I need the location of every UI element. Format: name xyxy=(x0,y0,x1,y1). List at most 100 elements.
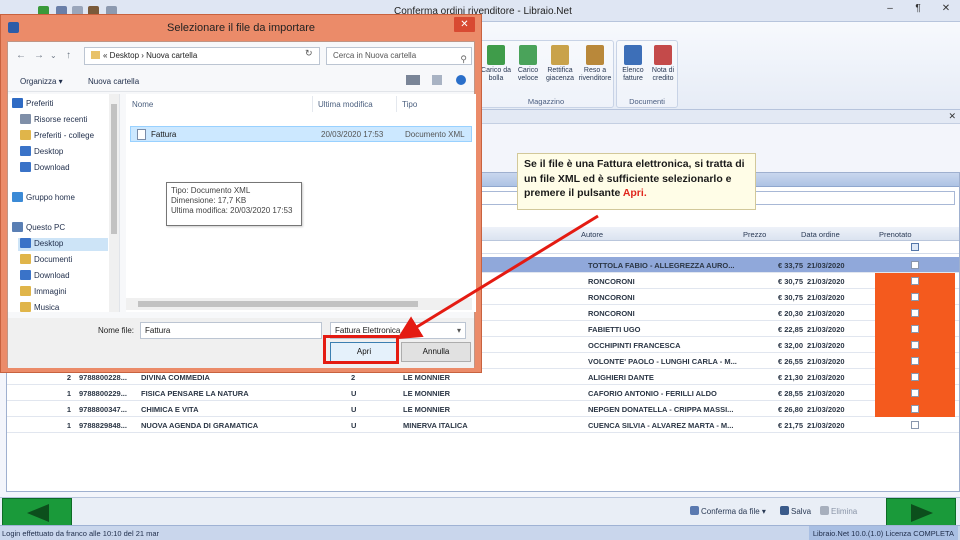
scroll-thumb[interactable] xyxy=(138,301,418,307)
reserved-checkbox[interactable] xyxy=(911,325,919,333)
nav-scrollbar[interactable] xyxy=(109,94,119,312)
nav-item[interactable]: Immagini xyxy=(20,286,66,299)
nav-item[interactable]: Questo PC xyxy=(12,222,65,235)
ribbon-button-carico-bolla[interactable]: Carico da bolla xyxy=(481,45,511,89)
next-button[interactable] xyxy=(886,498,956,526)
cancel-button[interactable]: Annulla xyxy=(401,342,471,362)
forward-icon[interactable]: → xyxy=(34,50,44,61)
ribbon-button-nota-credito[interactable]: Nota di credito xyxy=(648,45,678,89)
ribbon-button-reso[interactable]: Reso a rivenditore xyxy=(577,45,613,89)
nav-item-label: Questo PC xyxy=(26,223,66,232)
folder-icon xyxy=(91,51,100,59)
filename-input[interactable]: Fattura xyxy=(140,322,322,339)
search-input[interactable]: Cerca in Nuova cartella ⚲ xyxy=(326,47,472,65)
up-icon[interactable]: ↑ xyxy=(66,50,71,61)
table-row[interactable]: 1 9788829848... NUOVA AGENDA DI GRAMATICA U… xyxy=(7,417,959,433)
nav-item[interactable]: Preferiti xyxy=(12,98,54,111)
refresh-icon[interactable]: ↻ xyxy=(305,48,313,59)
reserved-checkbox[interactable] xyxy=(911,373,919,381)
cell-price: € 30,75 xyxy=(777,277,803,286)
horizontal-scrollbar[interactable] xyxy=(126,298,472,310)
nav-item[interactable]: Gruppo home xyxy=(12,192,75,205)
ribbon-button-rettifica[interactable]: Rettifica giacenza xyxy=(545,45,575,89)
address-bar[interactable]: « Desktop › Nuova cartella xyxy=(84,47,320,65)
nav-item[interactable]: Musica xyxy=(20,302,59,315)
cell-vol: U xyxy=(351,421,357,430)
previous-button[interactable] xyxy=(2,498,72,526)
restore-button[interactable]: ¶ xyxy=(904,1,932,17)
nav-item-label: Preferiti - college xyxy=(34,131,95,140)
cell-author: TOTTOLA FABIO - ALLEGREZZA AURO... xyxy=(588,261,735,270)
dialog-title: Selezionare il file da importare xyxy=(167,22,315,34)
nav-item[interactable]: Desktop xyxy=(20,146,63,159)
nav-item-label: Documenti xyxy=(34,255,73,264)
view-options-icon[interactable] xyxy=(406,75,420,85)
nav-item-label: Risorse recenti xyxy=(34,115,88,124)
back-icon[interactable]: ← xyxy=(16,50,26,61)
nav-item[interactable]: Download xyxy=(20,162,70,175)
cell-code: 9788829848... xyxy=(79,421,127,430)
delete-button[interactable]: Elimina xyxy=(820,506,857,516)
reserved-checkbox[interactable] xyxy=(911,293,919,301)
column-header-prezzo[interactable]: Prezzo xyxy=(743,230,766,239)
fast-load-icon xyxy=(519,45,537,65)
column-header-prenotato[interactable]: Prenotato xyxy=(879,230,912,239)
reserved-checkbox[interactable] xyxy=(911,277,919,285)
ribbon-button-carico-veloce[interactable]: Carico veloce xyxy=(513,45,543,89)
help-icon[interactable] xyxy=(456,75,466,85)
table-row[interactable]: 1 9788800229... FISICA PENSARE LA NATURA U L… xyxy=(7,385,959,401)
cell-qty: 1 xyxy=(66,405,71,414)
ribbon-button-elenco-fatture[interactable]: Elenco fatture xyxy=(618,45,648,89)
filter-checkbox[interactable] xyxy=(911,243,919,251)
nav-item[interactable]: Risorse recenti xyxy=(20,114,87,127)
nav-item[interactable]: Download xyxy=(20,270,70,283)
cell-code: 9788800347... xyxy=(79,405,127,414)
reserved-checkbox[interactable] xyxy=(911,389,919,397)
nav-item[interactable]: Desktop xyxy=(18,238,108,251)
column-header-data-ordine[interactable]: Data ordine xyxy=(801,230,840,239)
cell-qty: 1 xyxy=(66,389,71,398)
new-folder-button[interactable]: Nuova cartella xyxy=(88,77,139,86)
table-row[interactable]: 1 9788800347... CHIMICA E VITA U LE MONNIER N… xyxy=(7,401,959,417)
status-bar: Login effettuato da franco alle 10:10 de… xyxy=(0,525,960,540)
recent-locations-icon[interactable]: ⌄ xyxy=(50,51,57,60)
reserved-checkbox[interactable] xyxy=(911,341,919,349)
close-icon[interactable]: ✕ xyxy=(932,1,960,17)
pictures-icon xyxy=(20,286,31,296)
column-name[interactable]: Nome xyxy=(132,100,153,109)
cell-publisher: MINERVA ITALICA xyxy=(403,421,468,430)
confirm-from-file-button[interactable]: Conferma da file ▾ xyxy=(690,506,766,516)
scroll-thumb[interactable] xyxy=(111,104,117,234)
nav-item-label: Immagini xyxy=(34,287,67,296)
save-button[interactable]: Salva xyxy=(780,506,811,516)
credit-note-icon xyxy=(654,45,672,65)
dialog-close-button[interactable]: ✕ xyxy=(454,17,475,32)
nav-item-label: Preferiti xyxy=(26,99,54,108)
cell-date: 21/03/2020 xyxy=(807,293,845,302)
column-modified[interactable]: Ultima modifica xyxy=(318,100,373,109)
column-header-autore[interactable]: Autore xyxy=(581,230,603,239)
cell-date: 21/03/2020 xyxy=(807,325,845,334)
reserved-checkbox[interactable] xyxy=(911,309,919,317)
dialog-footer: Nome file: Fattura Fattura Elettronica ▾… xyxy=(8,318,474,368)
reserved-checkbox[interactable] xyxy=(911,261,919,269)
desktop-icon xyxy=(20,238,31,248)
cell-author: CAFORIO ANTONIO - FERILLI ALDO xyxy=(588,389,717,398)
file-item-fattura[interactable]: Fattura 20/03/2020 17:53 Documento XML xyxy=(130,126,472,142)
open-button-highlight xyxy=(323,335,399,364)
bottom-toolbar: Conferma da file ▾ Salva Elimina xyxy=(0,497,960,526)
close-icon[interactable]: ✕ xyxy=(948,111,956,122)
documents-icon xyxy=(20,254,31,264)
reserved-checkbox[interactable] xyxy=(911,421,919,429)
preview-pane-icon[interactable] xyxy=(432,75,442,85)
nav-item[interactable]: Preferiti - college xyxy=(20,130,94,143)
column-type[interactable]: Tipo xyxy=(402,100,417,109)
nav-item[interactable]: Documenti xyxy=(20,254,72,267)
reserved-checkbox[interactable] xyxy=(911,405,919,413)
minimize-button[interactable]: – xyxy=(876,1,904,17)
reserved-checkbox[interactable] xyxy=(911,357,919,365)
organize-menu[interactable]: Organizza ▾ xyxy=(20,77,63,86)
computer-icon xyxy=(12,222,23,232)
cell-author: RONCORONI xyxy=(588,293,635,302)
xml-file-icon xyxy=(137,129,146,140)
